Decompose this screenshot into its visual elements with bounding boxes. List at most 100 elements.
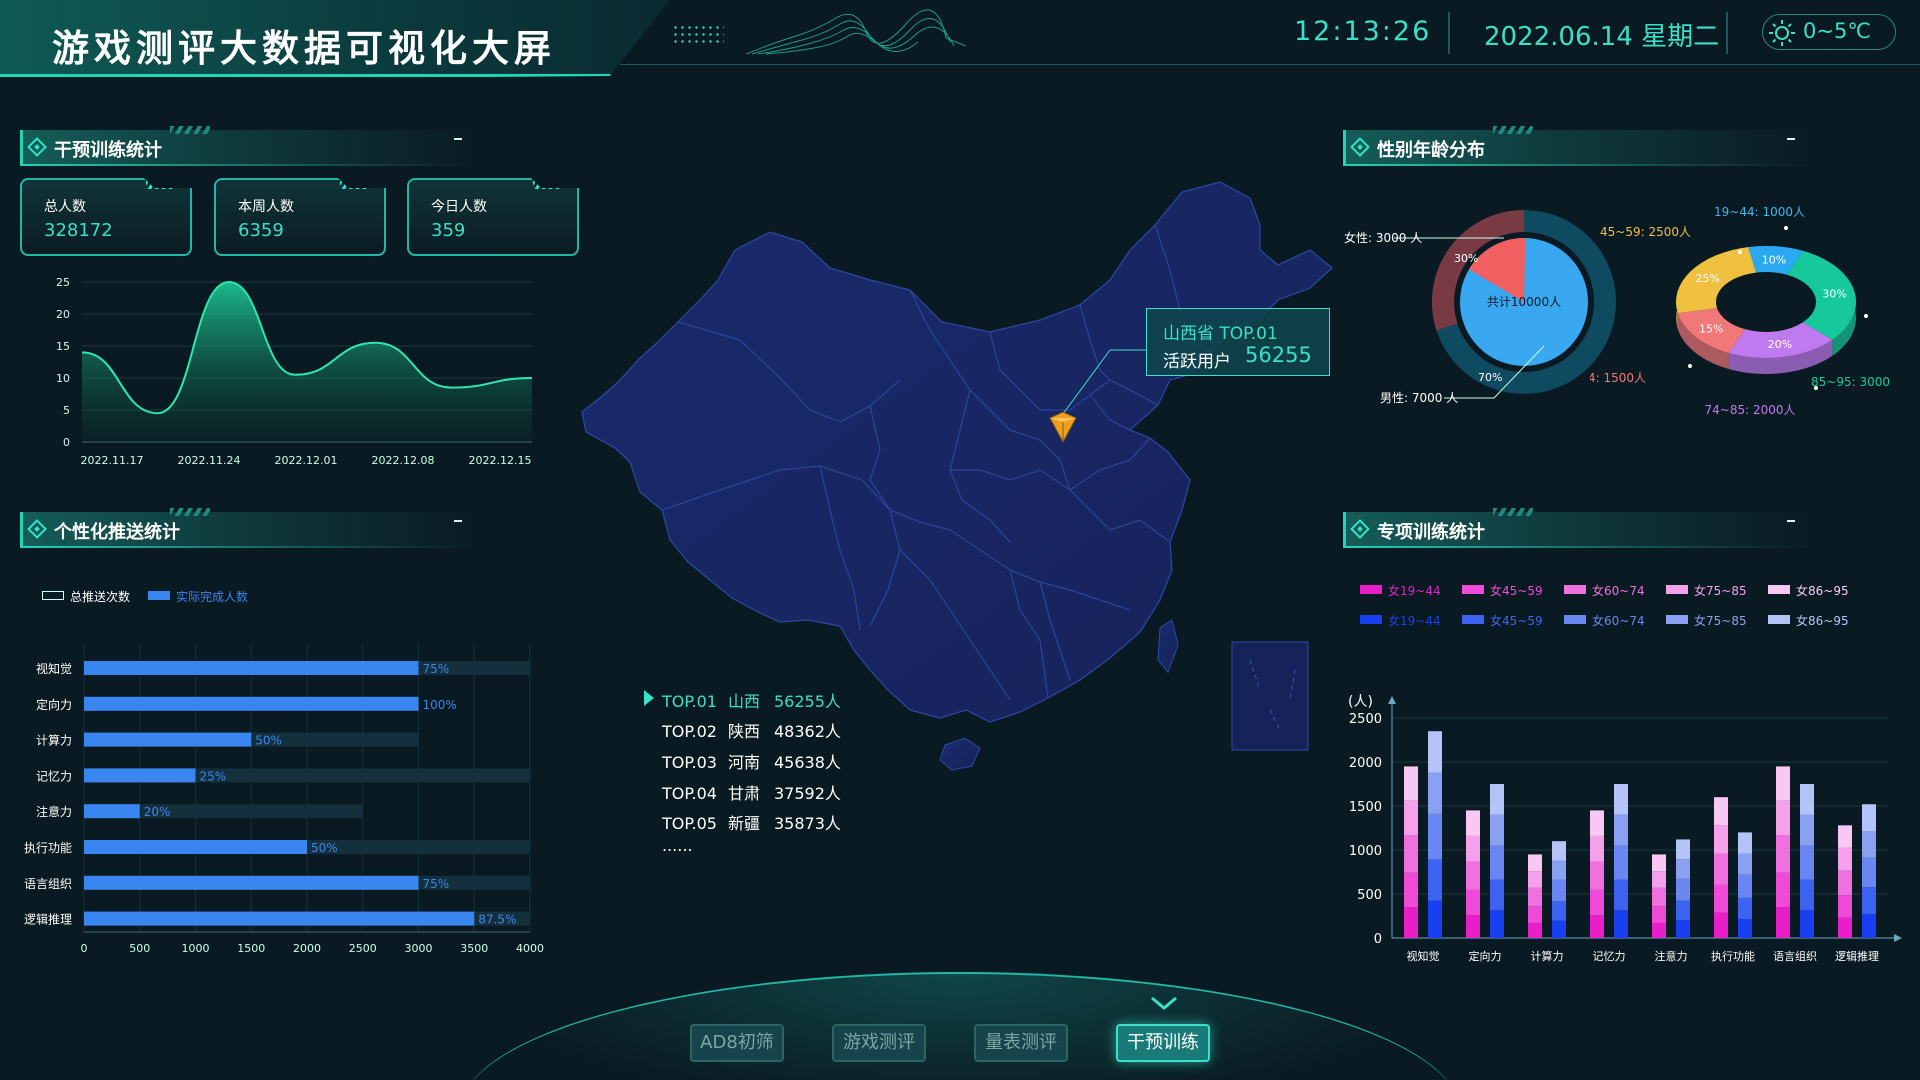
category-label: 视知觉 bbox=[36, 661, 72, 676]
stack-segment bbox=[1652, 854, 1666, 872]
minimize-icon[interactable] bbox=[454, 520, 462, 522]
bar-label: 75% bbox=[423, 877, 450, 891]
leader-dot bbox=[1738, 250, 1742, 254]
rank-item[interactable]: TOP.03 河南 45638人 bbox=[662, 749, 841, 773]
minimize-icon[interactable] bbox=[454, 138, 462, 140]
stacked-legend: 女19~44 女45~59 女60~74 女75~85 女86~95 女19~44 女45~… bbox=[1360, 582, 1880, 642]
slice-pct: 70% bbox=[1478, 371, 1502, 384]
stack-segment bbox=[1652, 906, 1666, 923]
stack-segment bbox=[1614, 879, 1628, 911]
stack-segment bbox=[1776, 800, 1790, 836]
slice-label: 男性: 7000 人 bbox=[1380, 391, 1458, 405]
stack-segment bbox=[1862, 830, 1876, 858]
rank-item[interactable]: TOP.05 新疆 35873人 bbox=[662, 810, 841, 834]
stack-segment bbox=[1676, 900, 1690, 921]
stack-segment bbox=[1652, 887, 1666, 907]
y-tick-label: 0 bbox=[1374, 932, 1382, 947]
x-tick-label: 1000 bbox=[182, 942, 210, 955]
stack-segment bbox=[1776, 872, 1790, 908]
stacked-bar-chart: (人) 0 500 1000 1500 2000 2500 视知觉 定向力 计算力 记忆力 注意力 执行… bbox=[1348, 694, 1902, 963]
stack-segment bbox=[1652, 871, 1666, 888]
chevron-down-icon bbox=[1151, 996, 1177, 1010]
location-pin-icon[interactable] bbox=[1048, 410, 1078, 446]
stack-segment bbox=[1614, 845, 1628, 880]
y-axis-label: (人) bbox=[1348, 694, 1373, 710]
area-fill bbox=[82, 282, 532, 442]
category-label: 语言组织 bbox=[1773, 949, 1817, 963]
stack-segment bbox=[1862, 804, 1876, 831]
stack-segment bbox=[1800, 845, 1814, 880]
minimize-icon[interactable] bbox=[1787, 138, 1795, 140]
stripe-decoration bbox=[170, 508, 210, 516]
value-bar bbox=[84, 696, 419, 711]
nav-scale-eval-button[interactable]: 量表测评 bbox=[974, 1024, 1068, 1062]
slice-label: 60~74: 1500人 bbox=[1590, 371, 1646, 385]
stat-card-today: 今日人数 359 bbox=[407, 178, 579, 256]
stat-label: 本周人数 bbox=[238, 199, 294, 215]
stack-segment bbox=[1652, 922, 1666, 938]
slice-pct: 30% bbox=[1822, 287, 1846, 300]
x-tick-label: 2500 bbox=[349, 942, 377, 955]
push-bar-chart: 0 500 1000 1500 2000 2500 3000 3500 4000 视知觉 75% 定向… bbox=[24, 644, 544, 955]
stack-segment bbox=[1404, 800, 1418, 836]
stack-segment bbox=[1800, 814, 1814, 846]
stack-segment bbox=[1404, 766, 1418, 801]
stack-segment bbox=[1862, 913, 1876, 938]
panel-header-push: 个性化推送统计 bbox=[20, 508, 480, 548]
stack-segment bbox=[1466, 889, 1480, 916]
stack-segment bbox=[1776, 835, 1790, 873]
stat-value: 359 bbox=[431, 220, 466, 241]
y-tick-label: 20 bbox=[56, 308, 70, 321]
slice-pct: 20% bbox=[1768, 338, 1792, 351]
legend-label: 女75~85 bbox=[1694, 614, 1747, 628]
category-label: 定向力 bbox=[1469, 949, 1502, 963]
nav-game-eval-button[interactable]: 游戏测评 bbox=[832, 1024, 926, 1062]
panel-title: 个性化推送统计 bbox=[54, 522, 180, 543]
taiwan-island bbox=[1157, 619, 1179, 673]
south-sea-inset bbox=[1231, 641, 1309, 751]
minimize-icon[interactable] bbox=[1787, 520, 1795, 522]
tooltip-label: 活跃用户 bbox=[1163, 352, 1231, 372]
stack-segment bbox=[1590, 835, 1604, 862]
stack-segment bbox=[1466, 810, 1480, 836]
value-bar bbox=[84, 661, 419, 675]
stripe-decoration bbox=[1493, 126, 1533, 134]
legend-label: 女75~85 bbox=[1694, 584, 1747, 598]
nav-intervention-button[interactable]: 干预训练 bbox=[1116, 1024, 1210, 1062]
slice-pct: 10% bbox=[1762, 253, 1786, 266]
panel-title: 专项训练统计 bbox=[1377, 522, 1485, 543]
bottom-nav-arc bbox=[460, 972, 1460, 1080]
stack-segment bbox=[1428, 813, 1442, 860]
stack-segment bbox=[1676, 839, 1690, 860]
nav-ad8-button[interactable]: AD8初筛 bbox=[690, 1024, 784, 1062]
legend-swatch bbox=[1666, 585, 1688, 594]
rank-item[interactable]: TOP.04 甘肃 37592人 bbox=[662, 780, 841, 804]
stack-segment bbox=[1738, 918, 1752, 938]
sun-icon bbox=[1769, 20, 1795, 46]
date-display: 2022.06.14 星期二 bbox=[1484, 22, 1720, 52]
legend-swatch bbox=[1666, 615, 1688, 624]
stack-segment bbox=[1714, 884, 1728, 913]
panel-title: 干预训练统计 bbox=[54, 140, 162, 161]
stack-segment bbox=[1590, 810, 1604, 836]
slice-pct: 30% bbox=[1454, 252, 1478, 265]
category-label: 定向力 bbox=[36, 697, 72, 712]
legend-label: 女60~74 bbox=[1592, 584, 1645, 598]
rank-item[interactable]: TOP.02 陕西 48362人 bbox=[662, 718, 841, 742]
panel-header-gender-age: 性别年龄分布 bbox=[1343, 126, 1813, 166]
stack-segment bbox=[1552, 841, 1566, 861]
y-tick-label: 5 bbox=[63, 404, 70, 417]
x-tick-label: 4000 bbox=[516, 942, 544, 955]
stack-segment bbox=[1428, 731, 1442, 773]
stack-segment bbox=[1714, 797, 1728, 826]
stack-segment bbox=[1800, 910, 1814, 938]
slice-label: 85~95: 3000人 bbox=[1811, 375, 1890, 389]
stack-segment bbox=[1838, 870, 1852, 896]
bar-label: 75% bbox=[423, 662, 450, 676]
y-tick-label: 500 bbox=[1357, 888, 1382, 903]
stat-card-week: 本周人数 6359 bbox=[214, 178, 386, 256]
rank-item[interactable]: TOP.01 山西 56255人 bbox=[662, 688, 841, 712]
legend-swatch bbox=[1462, 615, 1484, 624]
gender-pie-chart: 共计10000人 30% 70% 女性: 3000 人男性: 7000 人 bbox=[1344, 210, 1616, 405]
y-axis-arrow bbox=[1388, 696, 1396, 704]
